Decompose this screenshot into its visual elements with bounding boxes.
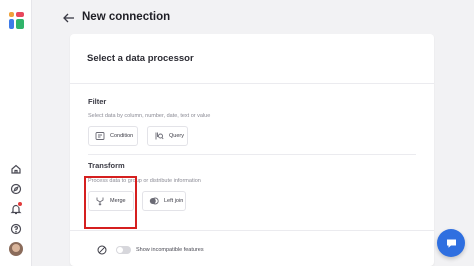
section-divider <box>88 154 416 155</box>
condition-icon <box>95 131 105 141</box>
footer-divider <box>70 230 434 231</box>
ban-icon <box>97 245 107 255</box>
condition-option[interactable]: Condition <box>88 126 138 146</box>
filter-heading: Filter <box>88 97 107 106</box>
data-processor-card: Select a data processor Filter Select da… <box>70 34 434 266</box>
left-join-label: Left join <box>164 198 184 204</box>
left-join-option[interactable]: Left join <box>142 191 186 211</box>
sidebar <box>0 0 32 266</box>
compass-icon[interactable] <box>10 183 22 195</box>
query-option[interactable]: Query <box>147 126 188 146</box>
merge-highlight-box <box>84 176 137 229</box>
query-label: Query <box>169 133 184 139</box>
query-icon <box>154 131 164 141</box>
home-icon[interactable] <box>10 163 22 175</box>
filter-description: Select data by column, number, date, tex… <box>88 113 211 119</box>
back-arrow-icon[interactable] <box>62 12 76 24</box>
avatar[interactable] <box>9 242 23 256</box>
condition-label: Condition <box>110 133 134 139</box>
toggle-label: Show incompatible features <box>136 247 204 253</box>
chat-support-button[interactable] <box>437 229 465 257</box>
divider <box>70 83 434 84</box>
transform-heading: Transform <box>88 161 125 170</box>
help-icon[interactable] <box>10 223 22 235</box>
incompatible-features-toggle-row: Show incompatible features <box>97 245 204 255</box>
card-title: Select a data processor <box>87 53 194 64</box>
bell-icon[interactable] <box>10 201 23 215</box>
chat-icon <box>446 239 456 248</box>
page-title: New connection <box>82 11 171 23</box>
notification-dot <box>17 201 23 207</box>
app-logo[interactable] <box>9 12 24 29</box>
left-join-icon <box>149 196 159 206</box>
incompatible-features-toggle[interactable] <box>116 246 131 254</box>
